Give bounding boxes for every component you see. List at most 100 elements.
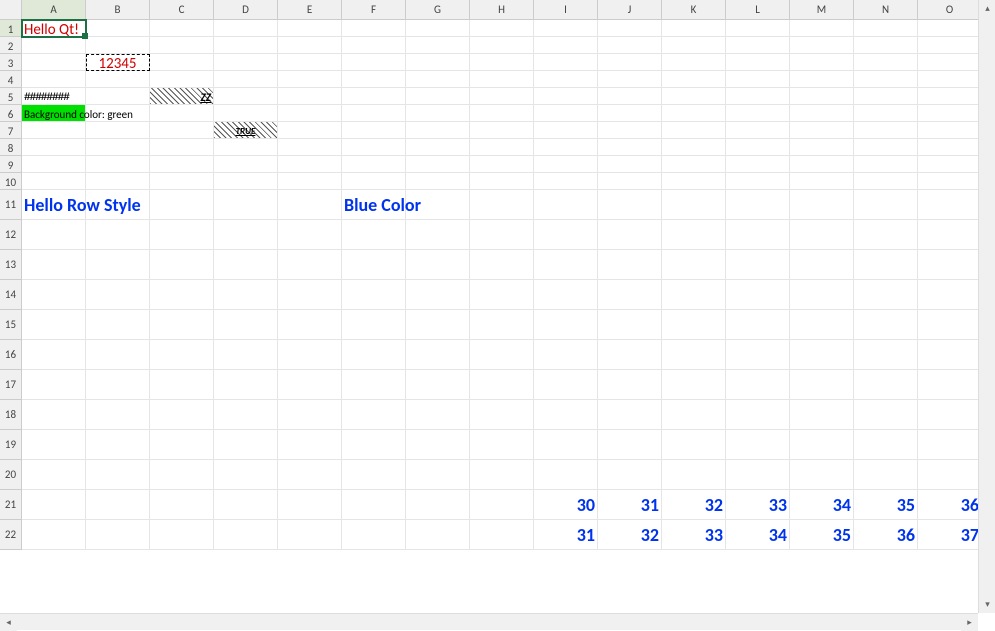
cell-B1[interactable] bbox=[86, 20, 150, 37]
column-header-E[interactable]: E bbox=[278, 0, 342, 20]
cell-I3[interactable] bbox=[534, 54, 598, 71]
cell-L19[interactable] bbox=[726, 430, 790, 460]
cell-O21[interactable]: 36 bbox=[918, 490, 982, 520]
cell-N5[interactable] bbox=[854, 88, 918, 105]
cell-A4[interactable] bbox=[22, 71, 86, 88]
row-header-20[interactable]: 20 bbox=[0, 460, 22, 490]
cell-C1[interactable] bbox=[150, 20, 214, 37]
cell-K19[interactable] bbox=[662, 430, 726, 460]
cell-E5[interactable] bbox=[278, 88, 342, 105]
cell-J13[interactable] bbox=[598, 250, 662, 280]
cell-O14[interactable] bbox=[918, 280, 982, 310]
cell-L17[interactable] bbox=[726, 370, 790, 400]
cell-M2[interactable] bbox=[790, 37, 854, 54]
cell-M18[interactable] bbox=[790, 400, 854, 430]
cell-H14[interactable] bbox=[470, 280, 534, 310]
cell-L15[interactable] bbox=[726, 310, 790, 340]
cell-H5[interactable] bbox=[470, 88, 534, 105]
cell-K5[interactable] bbox=[662, 88, 726, 105]
cell-H3[interactable] bbox=[470, 54, 534, 71]
cell-A8[interactable] bbox=[22, 139, 86, 156]
cell-C11[interactable] bbox=[150, 190, 214, 220]
cell-I22[interactable]: 31 bbox=[534, 520, 598, 550]
cell-L18[interactable] bbox=[726, 400, 790, 430]
column-header-L[interactable]: L bbox=[726, 0, 790, 20]
cell-C22[interactable] bbox=[150, 520, 214, 550]
cell-K13[interactable] bbox=[662, 250, 726, 280]
cell-K2[interactable] bbox=[662, 37, 726, 54]
row-header-11[interactable]: 11 bbox=[0, 190, 22, 220]
scroll-right-icon[interactable]: ▸ bbox=[961, 614, 978, 631]
cell-G2[interactable] bbox=[406, 37, 470, 54]
cell-J14[interactable] bbox=[598, 280, 662, 310]
cell-G9[interactable] bbox=[406, 156, 470, 173]
column-header-C[interactable]: C bbox=[150, 0, 214, 20]
cell-C9[interactable] bbox=[150, 156, 214, 173]
cell-C15[interactable] bbox=[150, 310, 214, 340]
cell-M14[interactable] bbox=[790, 280, 854, 310]
cell-I16[interactable] bbox=[534, 340, 598, 370]
cell-J7[interactable] bbox=[598, 122, 662, 139]
cell-C4[interactable] bbox=[150, 71, 214, 88]
cell-L13[interactable] bbox=[726, 250, 790, 280]
cell-L4[interactable] bbox=[726, 71, 790, 88]
cell-D18[interactable] bbox=[214, 400, 278, 430]
cell-O12[interactable] bbox=[918, 220, 982, 250]
cell-L5[interactable] bbox=[726, 88, 790, 105]
cell-H17[interactable] bbox=[470, 370, 534, 400]
cell-O9[interactable] bbox=[918, 156, 982, 173]
cell-A2[interactable] bbox=[22, 37, 86, 54]
cell-M13[interactable] bbox=[790, 250, 854, 280]
cell-M8[interactable] bbox=[790, 139, 854, 156]
cell-L11[interactable] bbox=[726, 190, 790, 220]
row-header-8[interactable]: 8 bbox=[0, 139, 22, 156]
cell-J21[interactable]: 31 bbox=[598, 490, 662, 520]
cell-I10[interactable] bbox=[534, 173, 598, 190]
cell-N22[interactable]: 36 bbox=[854, 520, 918, 550]
cell-N19[interactable] bbox=[854, 430, 918, 460]
cell-M9[interactable] bbox=[790, 156, 854, 173]
cell-H1[interactable] bbox=[470, 20, 534, 37]
cell-K11[interactable] bbox=[662, 190, 726, 220]
cell-G1[interactable] bbox=[406, 20, 470, 37]
cell-B12[interactable] bbox=[86, 220, 150, 250]
cell-E17[interactable] bbox=[278, 370, 342, 400]
column-header-H[interactable]: H bbox=[470, 0, 534, 20]
cell-H8[interactable] bbox=[470, 139, 534, 156]
cell-G4[interactable] bbox=[406, 71, 470, 88]
cell-J20[interactable] bbox=[598, 460, 662, 490]
cell-H2[interactable] bbox=[470, 37, 534, 54]
cell-F21[interactable] bbox=[342, 490, 406, 520]
column-header-N[interactable]: N bbox=[854, 0, 918, 20]
cell-A18[interactable] bbox=[22, 400, 86, 430]
cell-D14[interactable] bbox=[214, 280, 278, 310]
cell-N1[interactable] bbox=[854, 20, 918, 37]
cell-H6[interactable] bbox=[470, 105, 534, 122]
cell-H9[interactable] bbox=[470, 156, 534, 173]
cell-J12[interactable] bbox=[598, 220, 662, 250]
cell-N4[interactable] bbox=[854, 71, 918, 88]
cell-E3[interactable] bbox=[278, 54, 342, 71]
cell-C5[interactable]: ZZ bbox=[150, 88, 214, 105]
cell-O11[interactable] bbox=[918, 190, 982, 220]
cell-L2[interactable] bbox=[726, 37, 790, 54]
cell-J18[interactable] bbox=[598, 400, 662, 430]
cell-F20[interactable] bbox=[342, 460, 406, 490]
cell-J11[interactable] bbox=[598, 190, 662, 220]
cell-B20[interactable] bbox=[86, 460, 150, 490]
cell-K6[interactable] bbox=[662, 105, 726, 122]
cell-A13[interactable] bbox=[22, 250, 86, 280]
cell-M20[interactable] bbox=[790, 460, 854, 490]
cell-A1[interactable]: Hello Qt! bbox=[22, 20, 86, 37]
cell-C18[interactable] bbox=[150, 400, 214, 430]
cell-L20[interactable] bbox=[726, 460, 790, 490]
cell-I5[interactable] bbox=[534, 88, 598, 105]
cell-M10[interactable] bbox=[790, 173, 854, 190]
cell-N18[interactable] bbox=[854, 400, 918, 430]
cell-L16[interactable] bbox=[726, 340, 790, 370]
cell-K7[interactable] bbox=[662, 122, 726, 139]
cell-K17[interactable] bbox=[662, 370, 726, 400]
row-header-5[interactable]: 5 bbox=[0, 88, 22, 105]
cell-I11[interactable] bbox=[534, 190, 598, 220]
cell-H16[interactable] bbox=[470, 340, 534, 370]
